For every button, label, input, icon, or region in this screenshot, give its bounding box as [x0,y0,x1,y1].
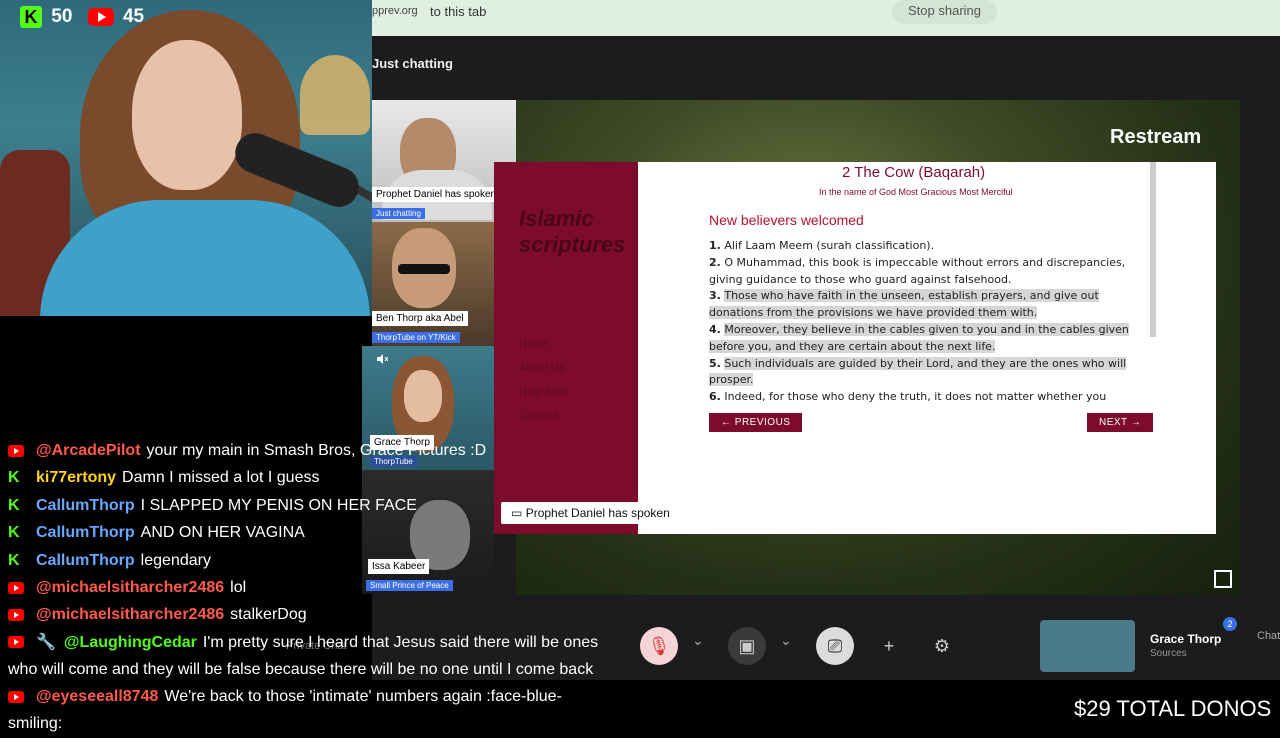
muted-speaker-icon [376,352,389,364]
wrench-icon: 🔧 [36,633,56,651]
fullscreen-icon[interactable] [1214,570,1232,588]
kick-icon: K [8,469,20,487]
profile-thumbnail[interactable] [1040,620,1135,672]
verse: 6. Indeed, for those who deny the truth,… [709,390,1107,404]
slide-nav-contact[interactable]: Contact [519,410,557,422]
shared-tab-text: to this tab [430,4,487,19]
kick-icon: K [8,524,20,542]
chat-button[interactable]: Chat [1257,630,1280,642]
chat-message: @ArcadePilot your my main in Smash Bros, … [8,437,658,464]
chapter-subtitle: In the name of God Most Gracious Most Me… [819,187,1013,197]
participant-name: Prophet Daniel has spoken [372,187,501,202]
restream-watermark: Restream [1110,126,1202,148]
slide-nav-about[interactable]: About Us [519,362,564,374]
streamer-hoodie [40,200,370,316]
shared-url: pprev.org [372,5,418,17]
youtube-icon [8,608,24,621]
participant-name: Ben Thorp aka Abel [372,311,468,326]
slide-scrollbar[interactable] [1150,162,1156,337]
lamp [300,55,370,135]
chat-message: K CallumThorp AND ON HER VAGINA [8,519,658,546]
camera-icon[interactable]: ▣ [728,627,766,665]
viewer-stats: K 50 45 [20,6,144,28]
kick-icon: K [8,551,20,569]
participant-subtitle: Just chatting [372,208,425,219]
verse: 2. O Muhammad, this book is impeccable w… [709,255,1126,286]
verse: 4. Moreover, they believe in the cables … [709,322,1129,353]
verse: 5. Such individuals are guided by their … [709,356,1127,387]
next-button[interactable]: NEXT → [1087,413,1154,432]
kick-icon: K [8,496,20,514]
studio-title: Just chatting [372,56,453,71]
participant-tile[interactable]: Ben Thorp aka Abel ThorpTube on YT/Kick [372,222,494,346]
chat-overlay: @ArcadePilot your my main in Smash Bros, … [8,437,658,738]
profile-sources: Sources [1150,648,1187,659]
chat-message: @eyeseeall8748 We're back to those 'intim… [8,688,562,733]
verse-list: 1. Alif Laam Meem (surah classification)… [709,238,1139,406]
verse: 3. Those who have faith in the unseen, e… [709,289,1099,320]
youtube-icon [87,8,114,26]
participant-face [404,370,442,422]
notification-badge: 2 [1223,617,1237,631]
participant-subtitle: ThorpTube on YT/Kick [372,332,460,343]
chat-message: K CallumThorp legendary [8,547,658,574]
section-heading: New believers welcomed [709,212,864,228]
stop-sharing-button[interactable]: Stop sharing [892,0,997,24]
youtube-icon [8,444,24,457]
plus-icon[interactable]: + [870,627,908,665]
share-screen-icon[interactable]: ⎚ [816,627,854,665]
previous-button[interactable]: ← PREVIOUS [709,413,803,432]
streamer-webcam [0,0,372,316]
gear-icon[interactable]: ⚙ [923,627,961,665]
donation-total: $29 TOTAL DONOS [1074,696,1272,721]
chat-message: K CallumThorp I SLAPPED MY PENIS ON HER FA… [8,492,658,519]
chat-message: @michaelsitharcher2486 stalkerDog [8,601,658,628]
streamer-face [132,40,242,190]
profile-name: Grace Thorp [1150,632,1222,646]
chevron-down-icon[interactable]: ⌄ [692,632,704,649]
chat-message: @michaelsitharcher2486 lol [8,574,658,601]
kick-icon: K [20,6,42,28]
share-bar: pprev.org to this tab Stop sharing [372,0,1280,36]
youtube-icon [8,636,24,649]
chat-message: 🔧 @LaughingCedar I'm pretty sure I heard t… [8,633,599,678]
youtube-icon [8,581,24,594]
chapter-title: 2 The Cow (Baqarah) [842,164,986,181]
slide-nav-home[interactable]: Home [519,338,548,350]
youtube-viewer-count: 45 [122,6,145,27]
kick-viewer-count: 50 [51,6,73,27]
slide-nav-bible[interactable]: Holy Bible [519,386,569,398]
verse: 1. Alif Laam Meem (surah classification)… [709,239,935,252]
chat-message: Kki77ertony Damn I missed a lot I guess [8,464,658,491]
chevron-down-icon[interactable]: ⌄ [780,632,792,649]
glasses [398,264,450,274]
slide-brand: Islamic scriptures [519,206,626,257]
youtube-icon [8,690,24,703]
